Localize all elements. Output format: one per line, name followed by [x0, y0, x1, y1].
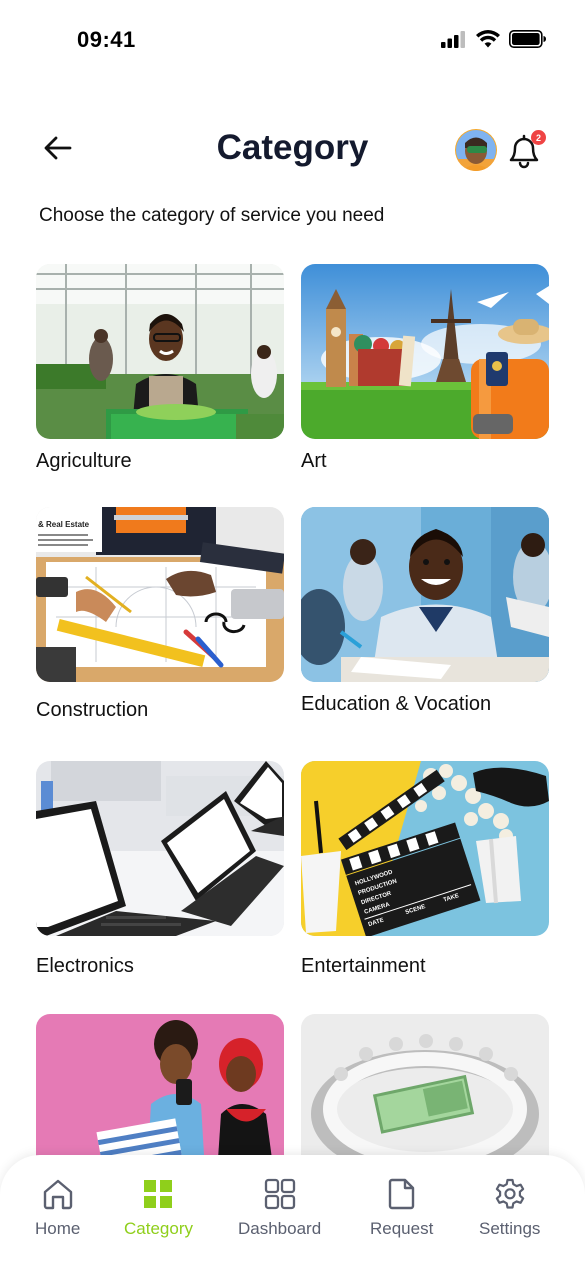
category-label: Agriculture	[36, 450, 132, 472]
agriculture-image	[36, 264, 284, 439]
gear-icon	[495, 1178, 524, 1209]
status-bar: 09:41	[0, 0, 585, 80]
header: Category	[0, 120, 585, 180]
category-grid-icon	[144, 1180, 173, 1208]
avatar-image	[455, 129, 497, 171]
avatar[interactable]	[455, 129, 497, 171]
category-label: Education & Vocation	[301, 693, 492, 715]
category-label: Electronics	[36, 955, 134, 977]
tab-label: Request	[370, 1219, 434, 1238]
page-subtitle: Choose the category of service you need	[39, 205, 385, 226]
education-image	[301, 507, 549, 682]
home-icon	[43, 1179, 72, 1210]
tab-settings[interactable]: Settings	[479, 1177, 540, 1239]
cellular-signal-icon	[441, 31, 465, 48]
tab-label: Category	[124, 1219, 193, 1238]
electronics-image	[36, 761, 284, 936]
category-card-entertainment[interactable]: HOLLYWOOD PRODUCTION DIRECTOR CAMERA DAT…	[301, 761, 549, 978]
category-card-art[interactable]: Art	[301, 264, 549, 473]
category-label: Entertainment	[301, 955, 426, 977]
category-card-electronics[interactable]: Electronics	[36, 761, 284, 978]
category-label: Construction	[36, 699, 149, 721]
tab-category[interactable]: Category	[124, 1177, 193, 1239]
construction-image: & Real Estate	[36, 507, 284, 682]
tab-label: Settings	[479, 1219, 541, 1238]
art-image	[301, 264, 549, 439]
entertainment-image: HOLLYWOOD PRODUCTION DIRECTOR CAMERA DAT…	[301, 761, 549, 936]
tab-label: Dashboard	[238, 1219, 322, 1238]
dashboard-icon	[264, 1178, 295, 1210]
category-label: Art	[301, 450, 327, 472]
status-time: 09:41	[77, 27, 136, 52]
document-icon	[388, 1178, 414, 1210]
category-card-construction[interactable]: & Real Estate Construction	[36, 507, 284, 722]
wifi-icon	[476, 30, 500, 48]
tab-home[interactable]: Home	[35, 1177, 80, 1239]
category-card-agriculture[interactable]: Agriculture	[36, 264, 284, 473]
tab-label: Home	[35, 1219, 81, 1238]
construction-doc-title: & Real Estate	[38, 520, 90, 529]
tab-request[interactable]: Request	[370, 1177, 433, 1239]
status-icons	[441, 30, 547, 48]
bottom-tab-bar: Home Category Dashboard Request Settings	[0, 1155, 585, 1266]
tab-dashboard[interactable]: Dashboard	[238, 1177, 321, 1239]
category-card-education[interactable]: Education & Vocation	[301, 507, 549, 716]
notification-badge: 2	[531, 130, 546, 145]
battery-icon	[509, 30, 546, 48]
page-title: Category	[216, 128, 369, 167]
